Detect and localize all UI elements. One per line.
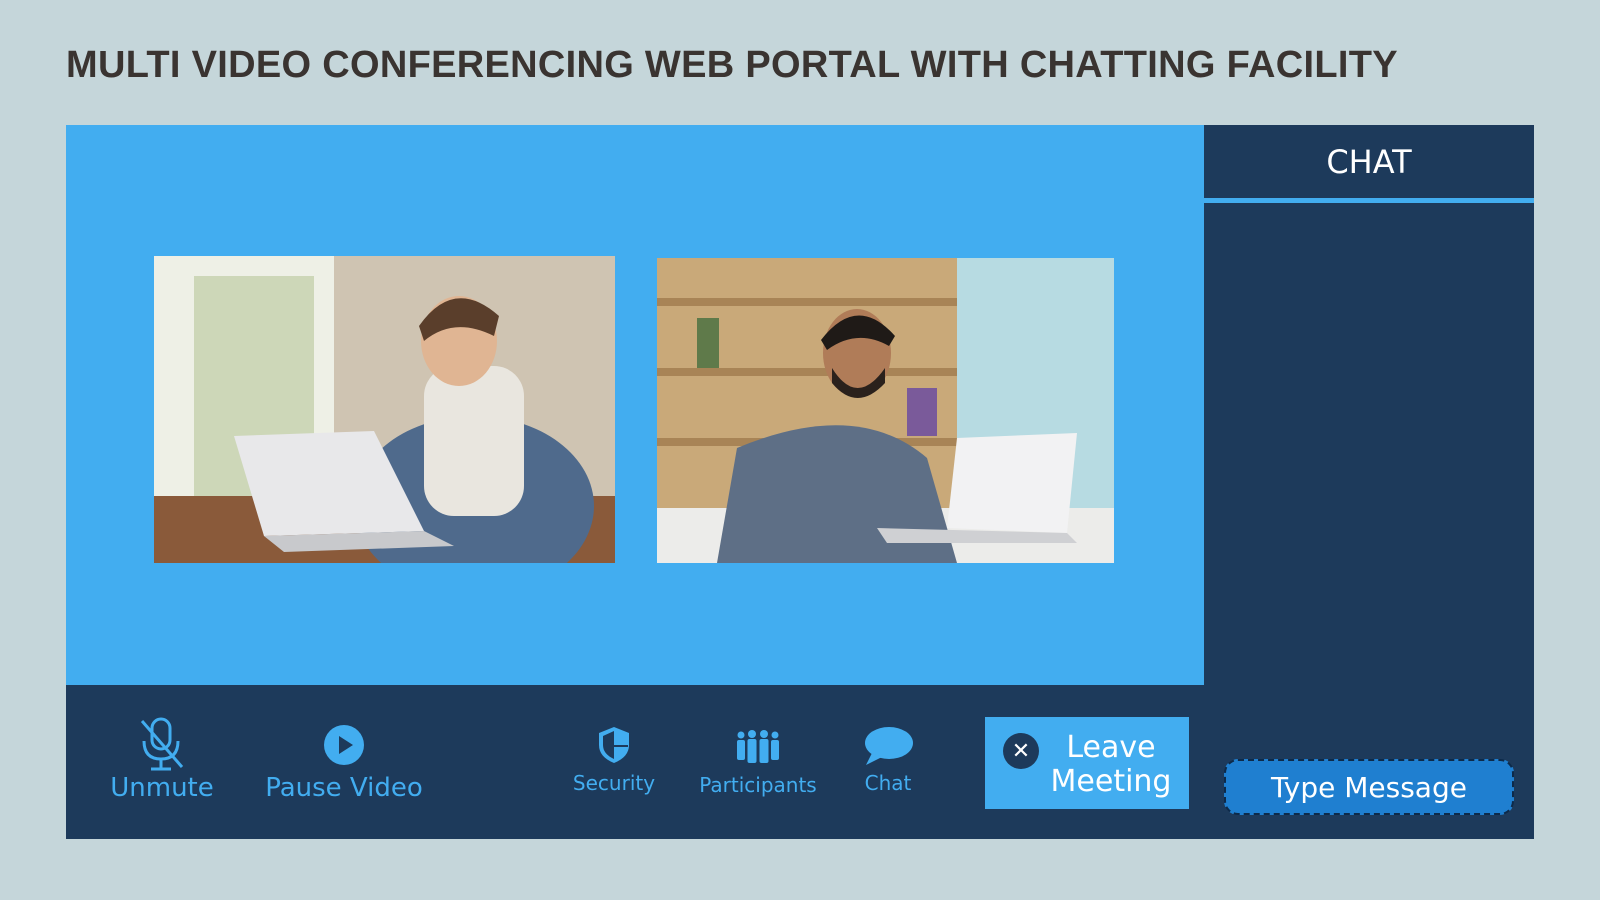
video-tile-participant-2[interactable] [657,258,1114,563]
shield-icon [599,727,629,763]
security-button[interactable]: Security [570,725,658,795]
people-icon [737,730,779,763]
participants-button[interactable]: Participants [688,727,828,797]
pause-video-label: Pause Video [265,773,423,803]
pause-video-button[interactable]: Pause Video [254,723,434,803]
participants-label: Participants [699,773,817,797]
page-title: MULTI VIDEO CONFERENCING WEB PORTAL WITH… [66,44,1398,86]
unmute-label: Unmute [110,773,214,803]
leave-meeting-button[interactable]: ✕ Leave Meeting [985,717,1189,809]
chat-title: CHAT [1326,142,1412,181]
close-icon: ✕ [1003,733,1039,769]
chat-message-input[interactable] [1224,759,1514,815]
video-stage [66,125,1204,685]
chat-button[interactable]: Chat [848,725,928,795]
security-label: Security [572,771,656,795]
speech-bubble-icon [865,727,913,765]
unmute-button[interactable]: Unmute [102,715,222,803]
chat-header: CHAT [1204,125,1534,203]
leave-meeting-label: Leave Meeting [1050,730,1172,799]
chat-label: Chat [864,771,912,795]
video-tile-participant-1[interactable] [154,256,615,563]
chat-panel: CHAT [1204,125,1534,839]
play-circle-icon [324,725,364,765]
meeting-controls-bar: Unmute Pause Video Security Participants [66,685,1204,839]
muted-microphone-icon [140,717,184,771]
